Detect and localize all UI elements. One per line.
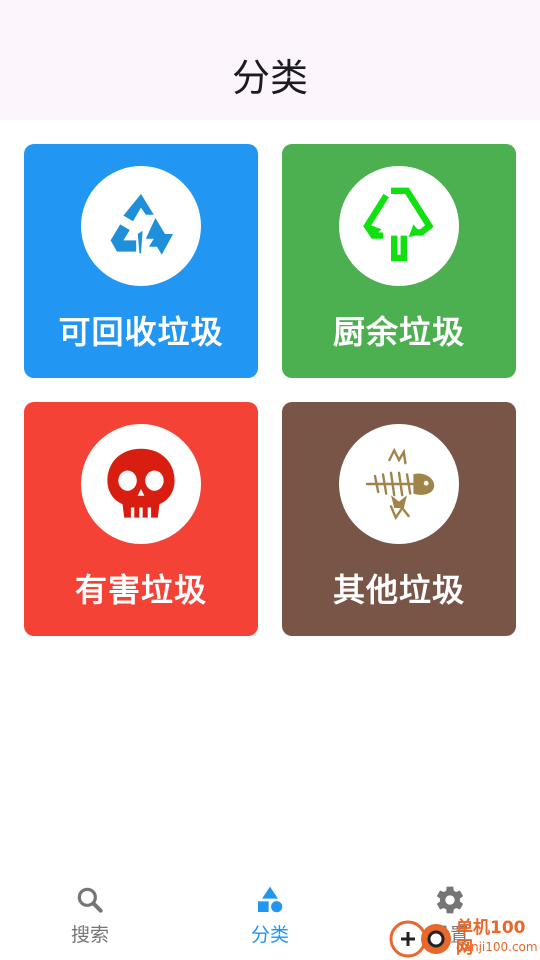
category-label: 可回收垃圾 [58,313,224,351]
kitchen-tree-icon [363,187,434,262]
recycle-icon [110,194,173,255]
watermark-logo-icon [389,920,451,958]
shapes-icon [258,886,283,913]
skull-icon [107,448,175,518]
category-label: 厨余垃圾 [332,313,465,351]
category-card-kitchen[interactable]: 厨余垃圾 [282,144,516,378]
app-header: 分类 [0,0,540,120]
category-card-other[interactable]: 其他垃圾 [282,402,516,636]
page-title: 分类 [231,56,308,100]
watermark: 单机100网 danji100.com [388,914,540,960]
category-label: 其他垃圾 [332,571,465,609]
nav-item-search[interactable]: 搜索 [0,884,180,954]
nav-label: 搜索 [70,924,109,946]
watermark-url: danji100.com [456,940,538,954]
category-label: 有害垃圾 [74,571,207,609]
icon-circle [81,424,201,544]
icon-circle [81,166,201,286]
nav-label: 分类 [250,924,289,946]
icon-circle [339,424,459,544]
search-icon [77,887,103,913]
gear-icon [437,886,463,914]
category-card-hazardous[interactable]: 有害垃圾 [24,402,258,636]
icon-circle [339,166,459,286]
fish-bone-icon [365,447,435,521]
category-card-recyclable[interactable]: 可回收垃圾 [24,144,258,378]
nav-item-category[interactable]: 分类 [180,884,360,954]
